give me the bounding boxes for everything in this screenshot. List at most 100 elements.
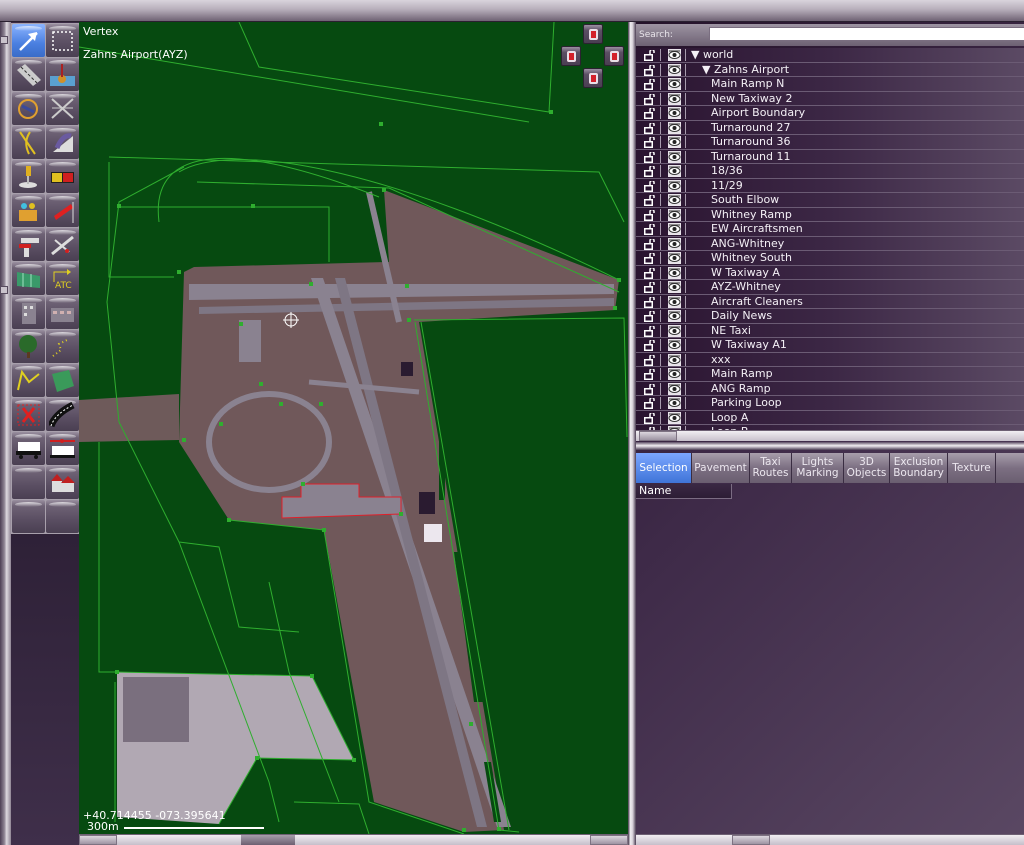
lock-open-icon[interactable] [644, 412, 656, 424]
tab-3d-objects[interactable]: 3D Objects [844, 453, 890, 483]
pan-left-button[interactable] [561, 46, 581, 66]
building-tool-button[interactable] [12, 296, 45, 329]
map-horizontal-scrollbar[interactable] [79, 834, 628, 845]
visibility-eye-icon[interactable] [668, 324, 681, 337]
lock-open-icon[interactable] [644, 93, 656, 105]
lock-open-icon[interactable] [644, 238, 656, 250]
visibility-eye-icon[interactable] [668, 136, 681, 148]
lock-open-icon[interactable] [644, 166, 656, 177]
visibility-eye-icon[interactable] [668, 266, 681, 279]
name-column-header[interactable]: Name [636, 484, 732, 499]
visibility-eye-icon[interactable] [668, 252, 681, 264]
lock-open-icon[interactable] [644, 209, 656, 221]
string-tool-button[interactable] [12, 364, 45, 397]
lock-open-icon[interactable] [644, 151, 656, 163]
tree-item[interactable]: ANG Ramp [636, 381, 1024, 396]
lock-open-icon[interactable] [644, 79, 656, 90]
vertex-tool-button[interactable] [12, 24, 45, 57]
visibility-eye-icon[interactable] [668, 165, 681, 177]
lock-open-icon[interactable] [644, 398, 656, 409]
tab-selection[interactable]: Selection [636, 453, 692, 483]
visibility-eye-icon[interactable] [668, 397, 681, 409]
visibility-eye-icon[interactable] [668, 179, 681, 192]
pane-splitter[interactable] [628, 22, 636, 845]
lock-open-icon[interactable] [644, 224, 656, 235]
tab-texture[interactable]: Texture [948, 453, 996, 483]
tree-item[interactable]: Aircraft Cleaners [636, 294, 1024, 309]
road-tool-button[interactable] [46, 398, 79, 431]
tree-item[interactable]: NE Taxi [636, 323, 1024, 338]
empty-tool-2-button[interactable] [12, 500, 45, 533]
visibility-eye-icon[interactable] [668, 237, 681, 250]
lock-open-icon[interactable] [644, 267, 656, 279]
pavement-area[interactable] [79, 394, 179, 442]
marquee-tool-button[interactable] [46, 24, 79, 57]
tree-item[interactable]: Loop A [636, 410, 1024, 425]
tree-item[interactable]: Turnaround 11 [636, 149, 1024, 164]
tree-item[interactable]: ANG-Whitney [636, 236, 1024, 251]
facade-tool-button[interactable] [12, 262, 45, 295]
lock-open-icon[interactable] [644, 282, 656, 293]
visibility-eye-icon[interactable] [668, 382, 681, 395]
taxiway-tool-button[interactable] [46, 92, 79, 125]
light-fixture-tool-button[interactable] [12, 160, 45, 193]
tree-item[interactable]: New Taxiway 2 [636, 91, 1024, 106]
tree-item[interactable]: Whitney Ramp [636, 207, 1024, 222]
tree-item[interactable]: EW Aircraftsmen [636, 222, 1024, 237]
tree-item[interactable]: 18/36 [636, 164, 1024, 179]
taxi-line-tool-button[interactable] [12, 126, 45, 159]
visibility-eye-icon[interactable] [668, 368, 681, 380]
exclusion-tool-button[interactable] [12, 398, 45, 431]
visibility-eye-icon[interactable] [668, 281, 681, 293]
lock-open-icon[interactable] [644, 253, 656, 264]
lock-open-icon[interactable] [644, 180, 656, 192]
visibility-eye-icon[interactable] [668, 339, 681, 351]
pan-down-button[interactable] [583, 68, 603, 88]
tree-item[interactable]: W Taxiway A1 [636, 338, 1024, 353]
tree-item[interactable]: South Elbow [636, 193, 1024, 208]
building2-tool-button[interactable] [46, 296, 79, 329]
tree-item[interactable]: xxx [636, 352, 1024, 367]
scroll-left-arrow-icon[interactable] [732, 835, 770, 845]
taxi-sign-tool-button[interactable] [46, 160, 79, 193]
lock-open-icon[interactable] [644, 50, 656, 61]
pan-up-button[interactable] [583, 24, 603, 44]
visibility-eye-icon[interactable] [668, 49, 681, 61]
visibility-eye-icon[interactable] [668, 223, 681, 235]
tree-horizontal-scrollbar[interactable] [636, 430, 1024, 441]
empty-tool-1-button[interactable] [12, 466, 45, 499]
gutter-handle[interactable] [0, 36, 8, 44]
panel-divider[interactable] [636, 442, 1024, 450]
polygon-tool-button[interactable] [46, 364, 79, 397]
tree-item[interactable]: Turnaround 27 [636, 120, 1024, 135]
tree-item[interactable]: AYZ-Whitney [636, 280, 1024, 295]
line-tool-button[interactable] [46, 330, 79, 363]
lock-open-icon[interactable] [644, 195, 656, 206]
tree-item[interactable]: Daily News [636, 309, 1024, 324]
map-viewport[interactable]: Vertex Zahns Airport(AYZ) +40.714455 -07… [79, 22, 628, 834]
tree-item[interactable]: Whitney South [636, 251, 1024, 266]
tree-item[interactable]: ▼ Zahns Airport [636, 62, 1024, 77]
tree-item[interactable]: 11/29 [636, 178, 1024, 193]
visibility-eye-icon[interactable] [668, 295, 681, 308]
atc-frequency-tool-button[interactable]: ATC [46, 262, 79, 295]
visibility-eye-icon[interactable] [668, 78, 681, 90]
visibility-eye-icon[interactable] [668, 310, 681, 322]
visibility-eye-icon[interactable] [668, 63, 681, 76]
empty-tool-3-button[interactable] [46, 500, 79, 533]
lock-open-icon[interactable] [644, 122, 656, 134]
properties-horizontal-scrollbar[interactable] [636, 834, 1024, 845]
visibility-eye-icon[interactable] [668, 107, 681, 119]
lock-open-icon[interactable] [644, 369, 656, 380]
beacon-tool-button[interactable] [12, 194, 45, 227]
tab-exclusion-boundary[interactable]: Exclusion Boundary [890, 453, 948, 483]
scroll-left-arrow-icon[interactable] [79, 835, 117, 845]
ramp[interactable] [239, 320, 261, 362]
scroll-right-arrow-icon[interactable] [590, 835, 628, 845]
forest-tool-button[interactable] [12, 330, 45, 363]
lock-open-icon[interactable] [644, 354, 656, 366]
visibility-eye-icon[interactable] [668, 208, 681, 221]
lock-open-icon[interactable] [644, 311, 656, 322]
visibility-eye-icon[interactable] [668, 411, 681, 424]
helipad-tool-button[interactable] [12, 92, 45, 125]
